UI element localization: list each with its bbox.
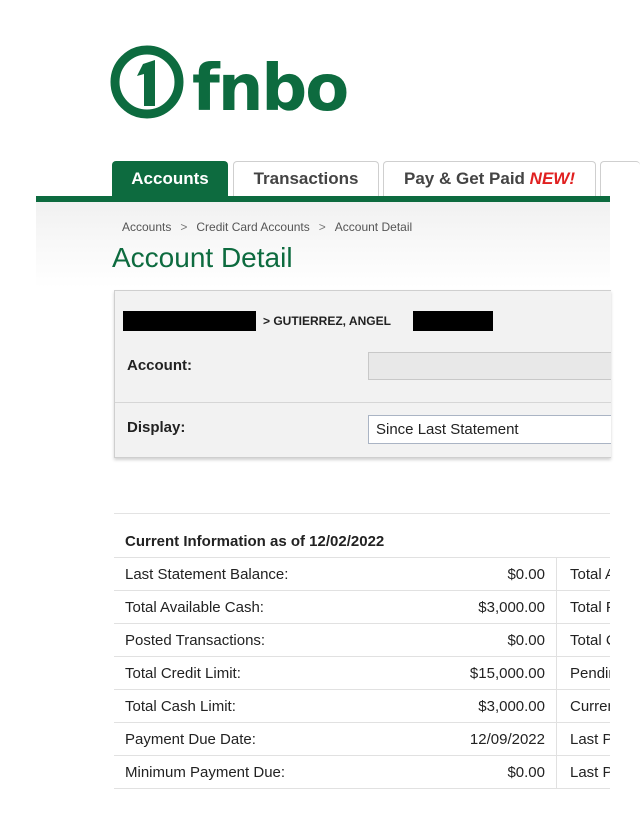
display-select[interactable]: Since Last Statement bbox=[368, 415, 611, 444]
row-label: Minimum Payment Due: bbox=[114, 755, 305, 789]
table-row: Payment Due Date:12/09/2022Last Pa bbox=[114, 722, 610, 756]
svg-text:fnbo: fnbo bbox=[192, 52, 347, 122]
table-row: Total Credit Limit:$15,000.00Pending bbox=[114, 656, 610, 690]
row-right-label: Last Pa bbox=[556, 722, 610, 756]
breadcrumb: Accounts > Credit Card Accounts > Account De… bbox=[122, 220, 412, 234]
table-row: Minimum Payment Due:$0.00Last Pa bbox=[114, 755, 610, 789]
redacted-block bbox=[123, 311, 256, 331]
tab-pay-and-get-paid[interactable]: Pay & Get Paid NEW! bbox=[383, 161, 596, 197]
row-label: Posted Transactions: bbox=[114, 623, 305, 657]
row-label: Payment Due Date: bbox=[114, 722, 305, 756]
tab-transactions[interactable]: Transactions bbox=[233, 161, 379, 197]
current-info-table: Last Statement Balance:$0.00Total AvTota… bbox=[114, 557, 610, 789]
account-selection-panel: > GUTIERREZ, ANGEL Account: Display: Sin… bbox=[114, 290, 611, 458]
table-row: Total Available Cash:$3,000.00Total Pa bbox=[114, 590, 610, 624]
row-right-label: Last Pa bbox=[556, 755, 610, 789]
row-right-label: Current bbox=[556, 689, 610, 723]
current-info-heading: Current Information as of 12/02/2022 bbox=[125, 533, 385, 550]
row-value: 12/09/2022 bbox=[305, 722, 557, 756]
account-holder-path: > GUTIERREZ, ANGEL bbox=[263, 314, 391, 328]
row-right-label: Total Pa bbox=[556, 590, 610, 624]
row-label: Total Available Cash: bbox=[114, 590, 305, 624]
breadcrumb-account-detail: Account Detail bbox=[334, 220, 413, 234]
breadcrumb-separator: > bbox=[318, 220, 326, 234]
redacted-block bbox=[413, 311, 493, 331]
row-label: Total Credit Limit: bbox=[114, 656, 305, 690]
fnbo-logo[interactable]: fnbo bbox=[110, 42, 350, 122]
table-row: Total Cash Limit:$3,000.00Current bbox=[114, 689, 610, 723]
row-right-label: Pending bbox=[556, 656, 610, 690]
row-value: $0.00 bbox=[305, 623, 557, 657]
breadcrumb-accounts[interactable]: Accounts bbox=[122, 220, 171, 234]
row-label: Total Cash Limit: bbox=[114, 689, 305, 723]
row-value: $3,000.00 bbox=[305, 590, 557, 624]
account-select[interactable] bbox=[368, 352, 611, 380]
section-divider bbox=[114, 513, 610, 514]
row-value: $0.00 bbox=[305, 755, 557, 789]
row-right-label: Total Av bbox=[556, 557, 610, 591]
row-right-label: Total Cr bbox=[556, 623, 610, 657]
display-label: Display: bbox=[127, 419, 186, 436]
account-label: Account: bbox=[127, 357, 192, 374]
tab-partial[interactable] bbox=[600, 161, 640, 197]
row-value: $15,000.00 bbox=[305, 656, 557, 690]
page-title: Account Detail bbox=[112, 242, 293, 273]
table-row: Posted Transactions:$0.00Total Cr bbox=[114, 623, 610, 657]
tab-pay-label: Pay & Get Paid bbox=[404, 169, 525, 188]
tab-accounts[interactable]: Accounts bbox=[112, 161, 228, 197]
panel-divider bbox=[115, 402, 611, 403]
row-label: Last Statement Balance: bbox=[114, 557, 305, 591]
breadcrumb-credit-card-accounts[interactable]: Credit Card Accounts bbox=[196, 220, 309, 234]
table-row: Last Statement Balance:$0.00Total Av bbox=[114, 557, 610, 591]
breadcrumb-separator: > bbox=[180, 220, 188, 234]
row-value: $3,000.00 bbox=[305, 689, 557, 723]
new-badge: NEW! bbox=[529, 169, 575, 188]
row-value: $0.00 bbox=[305, 557, 557, 591]
